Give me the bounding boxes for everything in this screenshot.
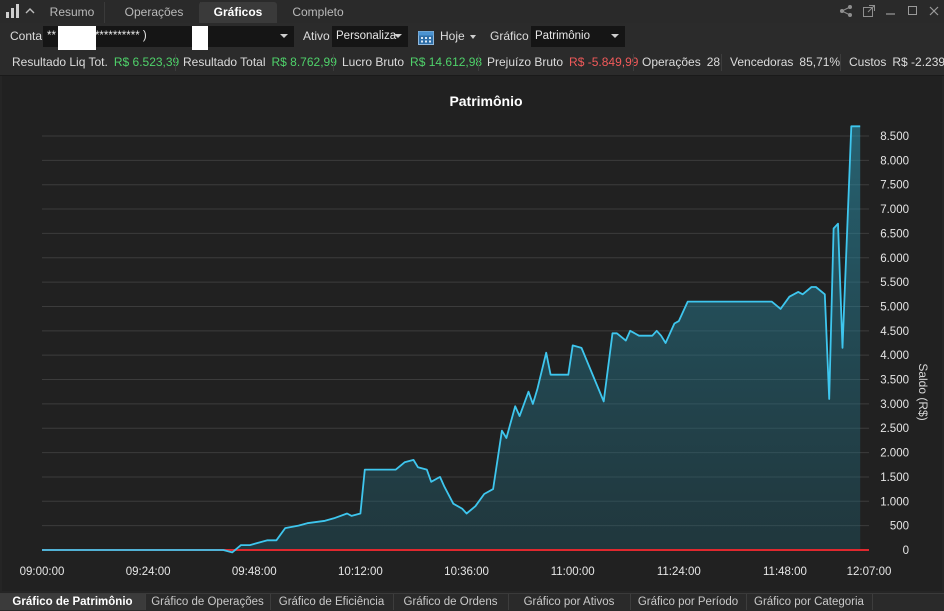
x-tick-label: 10:36:00 (444, 566, 489, 578)
divider (175, 54, 176, 71)
stat-label: Vencedoras (730, 55, 794, 69)
stat-lucro-bruto: Lucro Bruto R$ 14.612,98 (342, 50, 482, 75)
calendar-icon[interactable] (417, 28, 435, 46)
tab-grafico-ordens[interactable]: Gráfico de Ordens (393, 594, 509, 610)
close-icon[interactable] (926, 3, 942, 19)
stat-label: Custos (849, 55, 887, 69)
grafico-label: Gráfico (490, 29, 529, 43)
divider (333, 54, 334, 71)
y-tick-label: 5.500 (880, 277, 909, 289)
divider (633, 54, 634, 71)
date-select[interactable]: Hoje (440, 23, 480, 50)
y-tick-label: 1.500 (880, 472, 909, 484)
y-tick-label: 6.000 (880, 253, 909, 265)
popout-icon[interactable] (861, 3, 877, 19)
y-tick-label: 0 (903, 545, 909, 557)
chart-title: Patrimônio (449, 93, 522, 109)
x-tick-label: 10:12:00 (338, 566, 383, 578)
stat-value: R$ -2.239,6 (892, 55, 944, 69)
y-axis-title: Saldo (R$) (916, 363, 930, 420)
equity-chart[interactable]: 0 500 1.000 1.500 2.000 2.500 3.000 3.500 4.000 4… (2, 76, 942, 591)
y-tick-label: 7.000 (880, 204, 909, 216)
divider (840, 54, 841, 71)
redaction-block (192, 26, 208, 50)
stat-value: R$ 6.523,39 (113, 55, 180, 69)
y-tick-label: 7.500 (880, 180, 909, 192)
stat-prejuizo-bruto: Prejuízo Bruto R$ -5.849,99 (487, 50, 638, 75)
maximize-icon[interactable] (905, 3, 921, 19)
y-tick-label: 4.500 (880, 326, 909, 338)
tab-completo[interactable]: Completo (280, 2, 356, 23)
stat-label: Lucro Bruto (342, 55, 405, 69)
stat-vencedoras: Vencedoras 85,71% (730, 50, 840, 75)
divider (721, 54, 722, 71)
chart-panel: 0 500 1.000 1.500 2.000 2.500 3.000 3.500 4.000 4… (2, 76, 942, 591)
stat-resultado-total: Resultado Total R$ 8.762,99 (183, 50, 337, 75)
stat-label: Operações (642, 55, 701, 69)
tab-grafico-eficiencia[interactable]: Gráfico de Eficiência (270, 594, 394, 610)
stat-label: Resultado Liq Tot. (12, 55, 108, 69)
stat-value: 28 (706, 55, 721, 69)
ativo-label: Ativo (303, 29, 330, 43)
divider (478, 54, 479, 71)
tab-grafico-categoria[interactable]: Gráfico por Categoria (746, 594, 873, 610)
stat-label: Prejuízo Bruto (487, 55, 564, 69)
y-tick-label: 8.000 (880, 155, 909, 167)
y-tick-label: 8.500 (880, 131, 909, 143)
tab-grafico-operacoes[interactable]: Gráfico de Operações (145, 594, 271, 610)
y-tick-label: 500 (890, 521, 909, 533)
y-tick-label: 2.000 (880, 448, 909, 460)
date-value: Hoje (440, 29, 465, 43)
y-tick-label: 6.500 (880, 228, 909, 240)
stat-operacoes: Operações 28 (642, 50, 720, 75)
stat-value: R$ 8.762,99 (271, 55, 337, 69)
conta-label: Conta (10, 29, 43, 43)
stat-custos: Custos R$ -2.239,6 (849, 50, 944, 75)
y-tick-label: 3.000 (880, 399, 909, 411)
stat-label: Resultado Total (183, 55, 266, 69)
stat-resultado-liq: Resultado Liq Tot. R$ 6.523,39 (12, 50, 179, 75)
chart-bars-icon[interactable] (4, 3, 22, 19)
tab-grafico-patrimonio[interactable]: Gráfico de Patrimônio (0, 594, 146, 610)
y-tick-label: 5.000 (880, 301, 909, 313)
tab-grafico-ativos[interactable]: Gráfico por Ativos (508, 594, 631, 610)
minimize-icon[interactable] (883, 3, 899, 19)
stat-value: R$ 14.612,98 (410, 55, 483, 69)
redaction-block (58, 26, 96, 50)
x-tick-label: 11:48:00 (763, 566, 807, 578)
share-icon[interactable] (838, 3, 854, 19)
stat-value: 85,71% (799, 55, 841, 69)
x-tick-label: 11:00:00 (551, 566, 595, 578)
x-tick-label: 11:24:00 (657, 566, 701, 578)
chevron-up-icon[interactable] (23, 4, 37, 18)
grafico-select[interactable]: Patrimônio (531, 26, 625, 47)
grafico-value: Patrimônio (535, 30, 590, 42)
x-tick-label: 09:24:00 (126, 566, 171, 578)
ativo-select[interactable]: Personaliza (332, 26, 408, 47)
ativo-value: Personaliza (336, 30, 397, 42)
tab-grafico-periodo[interactable]: Gráfico por Período (630, 594, 747, 610)
tab-graficos[interactable]: Gráficos (199, 2, 277, 23)
x-tick-label: 12:07:00 (847, 566, 892, 578)
y-tick-label: 3.500 (880, 375, 909, 387)
y-tick-label: 4.000 (880, 350, 909, 362)
x-tick-label: 09:00:00 (20, 566, 65, 578)
tab-resumo[interactable]: Resumo (40, 2, 105, 23)
tab-operacoes[interactable]: Operações (108, 2, 201, 23)
y-tick-label: 2.500 (880, 423, 909, 435)
y-tick-label: 1.000 (880, 496, 909, 508)
equity-area (42, 126, 861, 553)
stat-value: R$ -5.849,99 (569, 55, 639, 69)
x-tick-label: 09:48:00 (232, 566, 277, 578)
